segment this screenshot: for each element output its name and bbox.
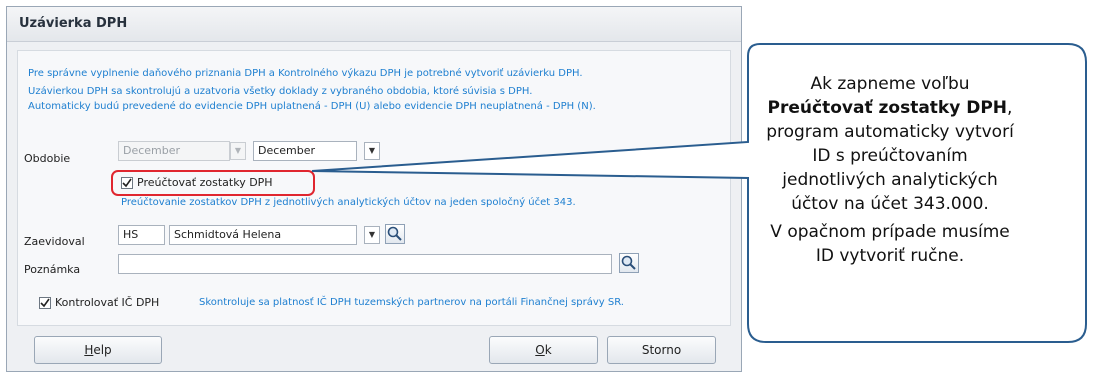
- callout-line-3: program automaticky vytvorí: [766, 122, 1014, 142]
- callout-line-8: ID vytvoriť ručne.: [815, 246, 965, 266]
- callout-line-2: Preúčtovať zostatky DPH,: [730, 96, 1050, 120]
- callout-line-2-suffix: ,: [1007, 98, 1013, 118]
- callout-text: Ak zapneme voľbu Preúčtovať zostatky DPH…: [730, 72, 1050, 268]
- callout-line-4: ID s preúčtovaním: [812, 146, 968, 166]
- callout-line-7: V opačnom prípade musíme: [770, 222, 1010, 242]
- callout-line-1: Ak zapneme voľbu: [810, 74, 970, 94]
- callout-line-5: jednotlivých analytických: [782, 170, 998, 190]
- callout-bold-option: Preúčtovať zostatky DPH: [767, 98, 1008, 118]
- callout-line-6: účtov na účet 343.000.: [791, 194, 989, 214]
